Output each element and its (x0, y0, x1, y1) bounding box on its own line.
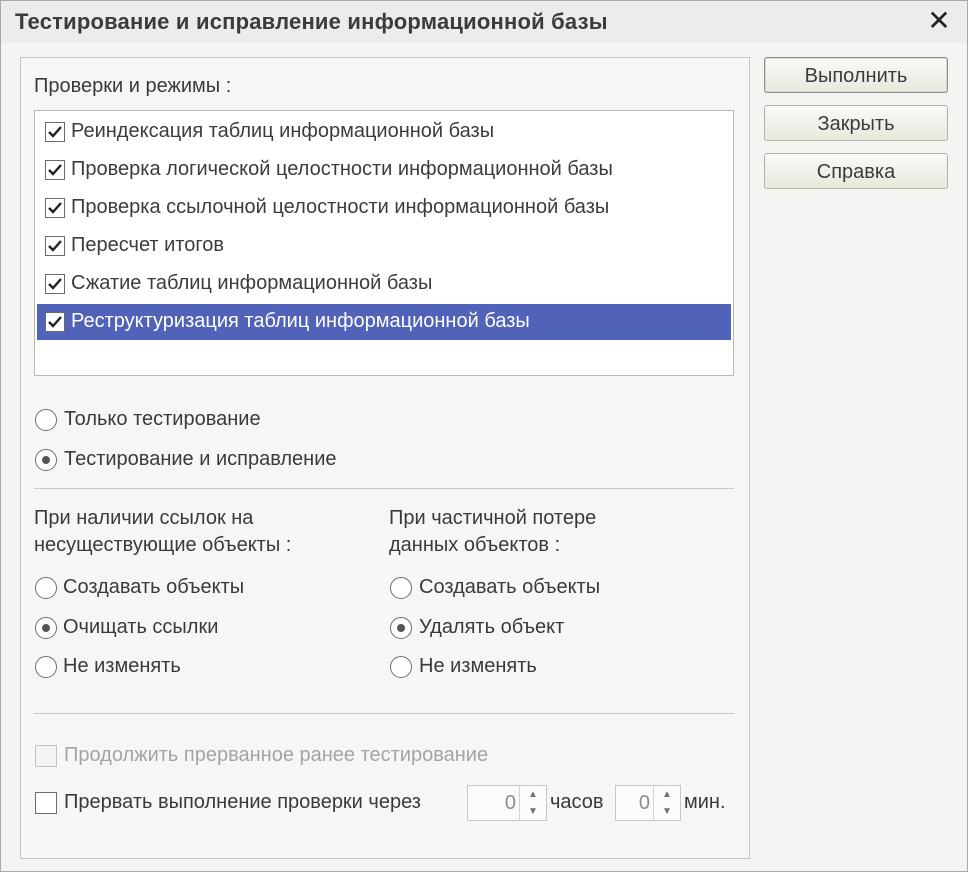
list-item-label: Проверка логической целостности информац… (71, 158, 613, 180)
missing-refs-label-line2: несуществующие объекты : (34, 534, 292, 556)
title-bar: Тестирование и исправление информационно… (1, 1, 967, 43)
interrupt-checkbox[interactable] (35, 792, 57, 814)
radio-partial-keep-label: Не изменять (419, 655, 537, 677)
arrow-down-icon[interactable]: ▼ (520, 803, 546, 820)
checkmark-icon (48, 164, 62, 176)
list-item[interactable]: Проверка ссылочной целостности информаци… (37, 190, 731, 226)
radio-missing-create[interactable] (35, 577, 57, 599)
checkbox[interactable] (45, 122, 65, 142)
list-item-label: Пересчет итогов (71, 234, 224, 256)
close-icon[interactable]: ✕ (925, 7, 953, 35)
checks-list[interactable]: Реиндексация таблиц информационной базы … (34, 110, 734, 376)
list-item-selected[interactable]: Реструктуризация таблиц информационной б… (37, 304, 731, 340)
window-title: Тестирование и исправление информационно… (15, 9, 608, 34)
radio-partial-keep[interactable] (390, 656, 412, 678)
radio-test-only[interactable] (35, 409, 57, 431)
hours-stepper[interactable]: 0 ▲ ▼ (467, 785, 547, 821)
dialog-window: Тестирование и исправление информационно… (0, 0, 968, 872)
divider (34, 488, 734, 489)
checks-label: Проверки и режимы : (34, 75, 232, 97)
radio-partial-delete-label: Удалять объект (419, 616, 565, 638)
resume-label: Продолжить прерванное ранее тестирование (64, 744, 489, 766)
resume-checkbox[interactable] (35, 745, 57, 767)
list-item-label: Реиндексация таблиц информационной базы (71, 120, 495, 142)
radio-missing-clear[interactable] (35, 617, 57, 639)
checkbox[interactable] (45, 198, 65, 218)
checkmark-icon (48, 316, 62, 328)
checkbox[interactable] (45, 312, 65, 332)
partial-loss-label-line2: данных объектов : (389, 534, 561, 556)
checkmark-icon (48, 126, 62, 138)
radio-test-only-label: Только тестирование (64, 408, 261, 430)
list-item[interactable]: Пересчет итогов (37, 228, 731, 264)
minutes-value: 0 (638, 792, 650, 814)
list-item-label: Проверка ссылочной целостности информаци… (71, 196, 610, 218)
radio-test-and-fix[interactable] (35, 449, 57, 471)
divider (34, 713, 734, 714)
arrow-up-icon[interactable]: ▲ (520, 786, 546, 803)
minutes-stepper[interactable]: 0 ▲ ▼ (615, 785, 681, 821)
close-button[interactable]: Закрыть (764, 105, 948, 141)
list-item[interactable]: Проверка логической целостности информац… (37, 152, 731, 188)
arrow-up-icon[interactable]: ▲ (654, 786, 680, 803)
checkmark-icon (48, 278, 62, 290)
minutes-stepper-arrows: ▲ ▼ (653, 786, 680, 820)
minutes-label: мин. (684, 791, 726, 813)
arrow-down-icon[interactable]: ▼ (654, 803, 680, 820)
radio-missing-keep-label: Не изменять (63, 655, 181, 677)
checkbox[interactable] (45, 236, 65, 256)
list-item-label: Реструктуризация таблиц информационной б… (71, 310, 530, 332)
missing-refs-label-line1: При наличии ссылок на (34, 507, 254, 529)
checkbox[interactable] (45, 274, 65, 294)
list-item[interactable]: Сжатие таблиц информационной базы (37, 266, 731, 302)
interrupt-label: Прервать выполнение проверки через (64, 791, 421, 813)
list-item-label: Сжатие таблиц информационной базы (71, 272, 433, 294)
run-button[interactable]: Выполнить (764, 57, 948, 93)
settings-panel: Проверки и режимы : Реиндексация таблиц … (20, 57, 750, 859)
hours-value: 0 (504, 792, 516, 814)
radio-partial-create[interactable] (390, 577, 412, 599)
radio-partial-create-label: Создавать объекты (419, 576, 601, 598)
radio-missing-create-label: Создавать объекты (63, 576, 245, 598)
list-item[interactable]: Реиндексация таблиц информационной базы (37, 114, 731, 150)
hours-label: часов (550, 791, 604, 813)
checkbox[interactable] (45, 160, 65, 180)
radio-test-and-fix-label: Тестирование и исправление (64, 448, 337, 470)
checkmark-icon (48, 202, 62, 214)
partial-loss-label-line1: При частичной потере (389, 507, 597, 529)
radio-partial-delete[interactable] (390, 617, 412, 639)
radio-missing-clear-label: Очищать ссылки (63, 616, 219, 638)
hours-stepper-arrows: ▲ ▼ (519, 786, 546, 820)
help-button[interactable]: Справка (764, 153, 948, 189)
checkmark-icon (48, 240, 62, 252)
radio-missing-keep[interactable] (35, 656, 57, 678)
